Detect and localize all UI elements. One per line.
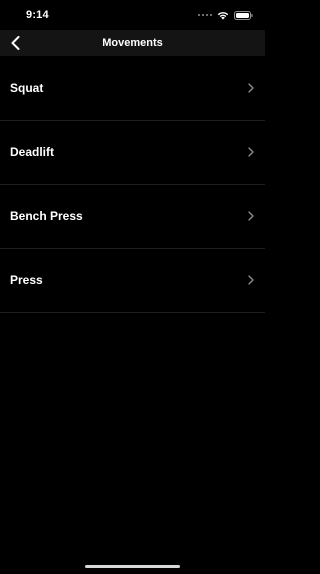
wifi-icon [217, 11, 229, 20]
status-time: 9:14 [26, 9, 49, 21]
status-icons [198, 10, 253, 20]
movement-item-bench-press[interactable]: Bench Press [0, 185, 265, 249]
movement-item-deadlift[interactable]: Deadlift [0, 121, 265, 185]
movements-list: Squat Deadlift Bench Press Press [0, 57, 265, 313]
signal-dots-icon [198, 14, 212, 16]
page-title: Movements [102, 37, 163, 49]
chevron-right-icon [248, 211, 254, 221]
chevron-right-icon [248, 275, 254, 285]
status-bar: 9:14 [0, 0, 265, 30]
movement-label: Press [10, 273, 43, 287]
home-indicator[interactable] [85, 565, 180, 568]
movement-item-press[interactable]: Press [0, 249, 265, 313]
movement-item-squat[interactable]: Squat [0, 57, 265, 121]
navigation-bar: Movements [0, 30, 265, 56]
chevron-right-icon [248, 147, 254, 157]
battery-icon [234, 10, 253, 20]
movement-label: Bench Press [10, 209, 83, 223]
movement-label: Squat [10, 81, 44, 95]
chevron-right-icon [248, 83, 254, 93]
movement-label: Deadlift [10, 145, 55, 159]
